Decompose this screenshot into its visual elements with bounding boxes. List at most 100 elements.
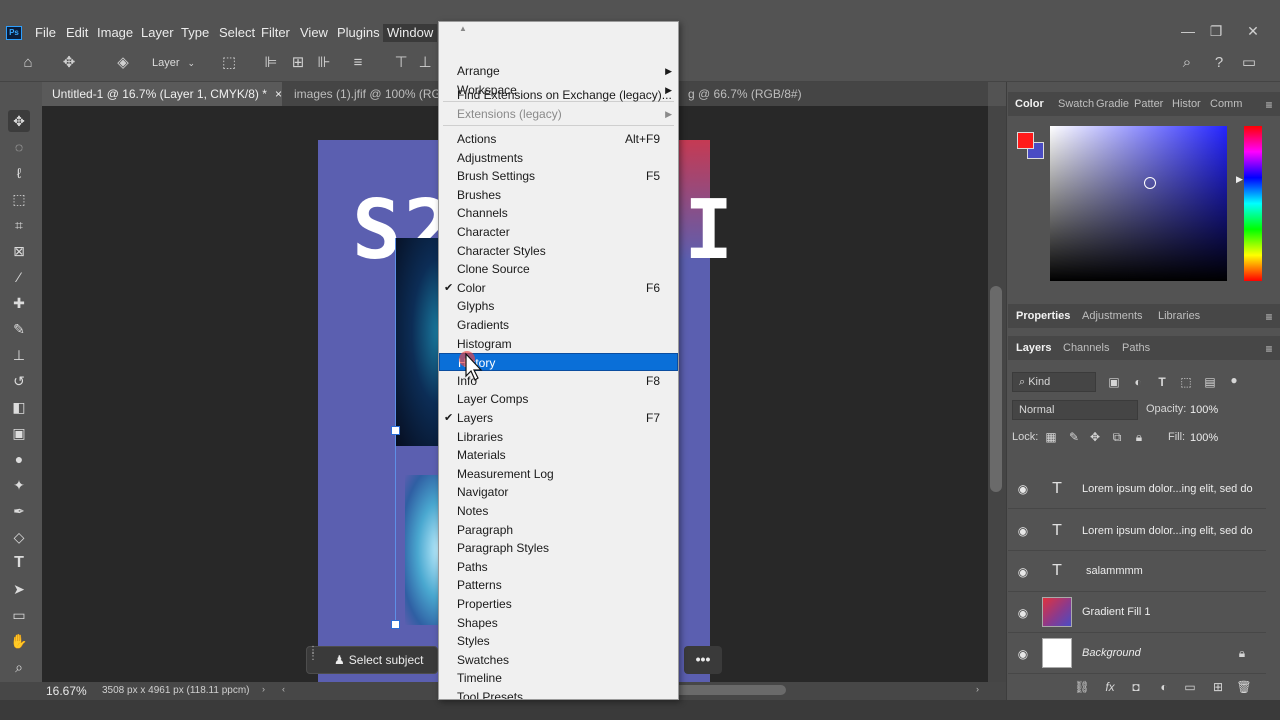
tab-gradients[interactable]: Gradie <box>1096 94 1129 114</box>
link-layers-icon[interactable]: ⛓ <box>1074 679 1090 695</box>
help-icon[interactable]: ? <box>1208 52 1230 74</box>
window-menu-item-tool-presets[interactable]: Tool Presets <box>439 688 678 699</box>
menu-view[interactable]: View <box>300 24 328 42</box>
lasso-icon[interactable]: ℓ <box>8 162 30 184</box>
window-menu-item-measurement-log[interactable]: Measurement Log <box>439 465 678 483</box>
window-menu-item-brush-settings[interactable]: Brush Settings F5 <box>439 167 678 185</box>
frame-icon[interactable]: ⊠ <box>8 240 30 262</box>
pen-icon[interactable]: ✒ <box>8 500 30 522</box>
blur-icon[interactable]: ● <box>8 448 30 470</box>
type-tool-icon[interactable]: T <box>8 552 30 574</box>
tab-history[interactable]: Histor <box>1172 94 1201 114</box>
tab-close-icon[interactable]: × <box>275 87 282 101</box>
filter-toggle-icon[interactable]: ● <box>1226 372 1242 388</box>
tab-layers[interactable]: Layers <box>1016 338 1051 358</box>
distribute-icon[interactable]: ≡ <box>347 52 369 74</box>
eraser-icon[interactable]: ◧ <box>8 396 30 418</box>
menu-window[interactable]: Window <box>383 24 438 42</box>
window-menu-item-layer-comps[interactable]: Layer Comps <box>439 390 678 408</box>
adjustment-layer-icon[interactable]: ◐ <box>1156 679 1172 695</box>
scroll-right-icon[interactable]: › <box>976 684 979 694</box>
document-size[interactable]: 3508 px x 4961 px (118.11 ppcm) <box>102 684 250 698</box>
opacity-field[interactable]: 100% <box>1190 401 1236 419</box>
eye-icon[interactable]: ◉ <box>1016 606 1030 620</box>
filter-adjustment-icon[interactable]: ◐ <box>1130 374 1146 390</box>
window-menu-item-find-extensions-on-exchange-legacy[interactable]: Find Extensions on Exchange (legacy)... <box>439 86 678 104</box>
foreground-color-swatch[interactable] <box>1017 132 1034 149</box>
panel-menu-icon[interactable]: ≡ <box>1262 311 1276 323</box>
tab-adjustments[interactable]: Adjustments <box>1082 306 1143 326</box>
scroll-left-icon[interactable]: ‹ <box>282 684 285 694</box>
minimize-icon[interactable]: — <box>1178 22 1198 40</box>
rectangle-icon[interactable]: ▭ <box>8 604 30 626</box>
hue-slider-arrow-icon[interactable]: ▶ <box>1236 174 1243 185</box>
auto-select-icon[interactable]: ◈ <box>112 52 134 74</box>
object-select-icon[interactable]: ⬚ <box>8 188 30 210</box>
tab-libraries[interactable]: Libraries <box>1158 306 1200 326</box>
eye-icon[interactable]: ◉ <box>1016 482 1030 496</box>
window-menu-item-actions[interactable]: Actions Alt+F9 <box>439 130 678 148</box>
window-menu-item-shapes[interactable]: Shapes <box>439 614 678 632</box>
transform-controls-icon[interactable]: ⬚ <box>218 52 240 74</box>
transform-handle[interactable] <box>391 620 400 629</box>
delete-layer-icon[interactable]: 🗑︎ <box>1236 679 1252 695</box>
home-icon[interactable]: ⌂ <box>17 52 39 74</box>
zoom-level[interactable]: 16.67% <box>46 683 87 699</box>
window-menu-item-glyphs[interactable]: Glyphs <box>439 297 678 315</box>
window-menu-item-swatches[interactable]: Swatches <box>439 651 678 669</box>
add-mask-icon[interactable]: ◘ <box>1128 679 1144 695</box>
crop-icon[interactable]: ⌗ <box>8 214 30 236</box>
tab-swatches[interactable]: Swatch <box>1058 94 1094 114</box>
lock-all-icon[interactable]: 🔒︎ <box>1131 429 1147 445</box>
window-menu-item-paragraph[interactable]: Paragraph <box>439 521 678 539</box>
tab-paths[interactable]: Paths <box>1122 338 1150 358</box>
window-menu-item-notes[interactable]: Notes <box>439 502 678 520</box>
menu-filter[interactable]: Filter <box>261 24 290 42</box>
search-icon[interactable]: ⌕ <box>1176 52 1198 74</box>
move-tool-icon[interactable]: ✥ <box>58 52 80 74</box>
lock-position-icon[interactable]: ✥ <box>1087 429 1103 445</box>
color-picker-cursor[interactable] <box>1144 177 1156 189</box>
stamp-icon[interactable]: ⊥ <box>8 344 30 366</box>
vertical-scroll-thumb[interactable] <box>990 286 1002 492</box>
menu-image[interactable]: Image <box>97 24 133 42</box>
more-options-button[interactable]: ••• <box>684 646 722 674</box>
window-menu-item-color[interactable]: ✔ Color F6 <box>439 279 678 297</box>
filter-pixel-icon[interactable]: ▣ <box>1106 374 1122 390</box>
window-menu-item-libraries[interactable]: Libraries <box>439 428 678 446</box>
new-layer-icon[interactable]: ⊞ <box>1210 679 1226 695</box>
workspace-icon[interactable]: ▭ <box>1238 52 1260 74</box>
window-menu-item-navigator[interactable]: Navigator <box>439 483 678 501</box>
ellipse-marquee-icon[interactable]: ◌ <box>8 136 30 158</box>
filter-type-icon[interactable]: T <box>1154 374 1170 390</box>
window-menu-item-patterns[interactable]: Patterns <box>439 576 678 594</box>
history-brush-icon[interactable]: ↺ <box>8 370 30 392</box>
gradient-icon[interactable]: ▣ <box>8 422 30 444</box>
select-subject-button[interactable]: ♟ Select subject <box>334 650 423 670</box>
path-select-icon[interactable]: ➤ <box>8 578 30 600</box>
tab-untitled-1[interactable]: Untitled-1 @ 16.7% (Layer 1, CMYK/8) * × <box>42 82 282 106</box>
panel-menu-icon[interactable]: ≡ <box>1262 343 1276 355</box>
panel-menu-icon[interactable]: ≡ <box>1262 99 1276 111</box>
window-menu-item-materials[interactable]: Materials <box>439 446 678 464</box>
align-right-icon[interactable]: ⊪ <box>313 52 335 74</box>
pen-path-icon[interactable]: ◇ <box>8 526 30 548</box>
window-menu-item-layers[interactable]: ✔ Layers F7 <box>439 409 678 427</box>
lock-artboard-icon[interactable]: ⧉ <box>1109 429 1125 445</box>
tab-patterns[interactable]: Patter <box>1134 94 1163 114</box>
zoom-icon[interactable]: ⌕ <box>8 656 30 678</box>
filter-smart-object-icon[interactable]: ▤ <box>1202 374 1218 390</box>
eye-icon[interactable]: ◉ <box>1016 565 1030 579</box>
window-menu-item-extensions-legacy[interactable]: Extensions (legacy) ▶ <box>439 105 678 123</box>
eye-icon[interactable]: ◉ <box>1016 647 1030 661</box>
window-menu-item-properties[interactable]: Properties <box>439 595 678 613</box>
chevron-right-icon[interactable]: › <box>262 684 265 694</box>
lock-transparency-icon[interactable]: ▦ <box>1043 429 1059 445</box>
window-menu-item-timeline[interactable]: Timeline <box>439 669 678 687</box>
menu-edit[interactable]: Edit <box>66 24 88 42</box>
tab-properties[interactable]: Properties <box>1016 306 1070 326</box>
layer-style-icon[interactable]: fx <box>1102 679 1118 695</box>
menu-plugins[interactable]: Plugins <box>337 24 380 42</box>
group-icon[interactable]: ▭ <box>1182 679 1198 695</box>
dodge-icon[interactable]: ✦ <box>8 474 30 496</box>
